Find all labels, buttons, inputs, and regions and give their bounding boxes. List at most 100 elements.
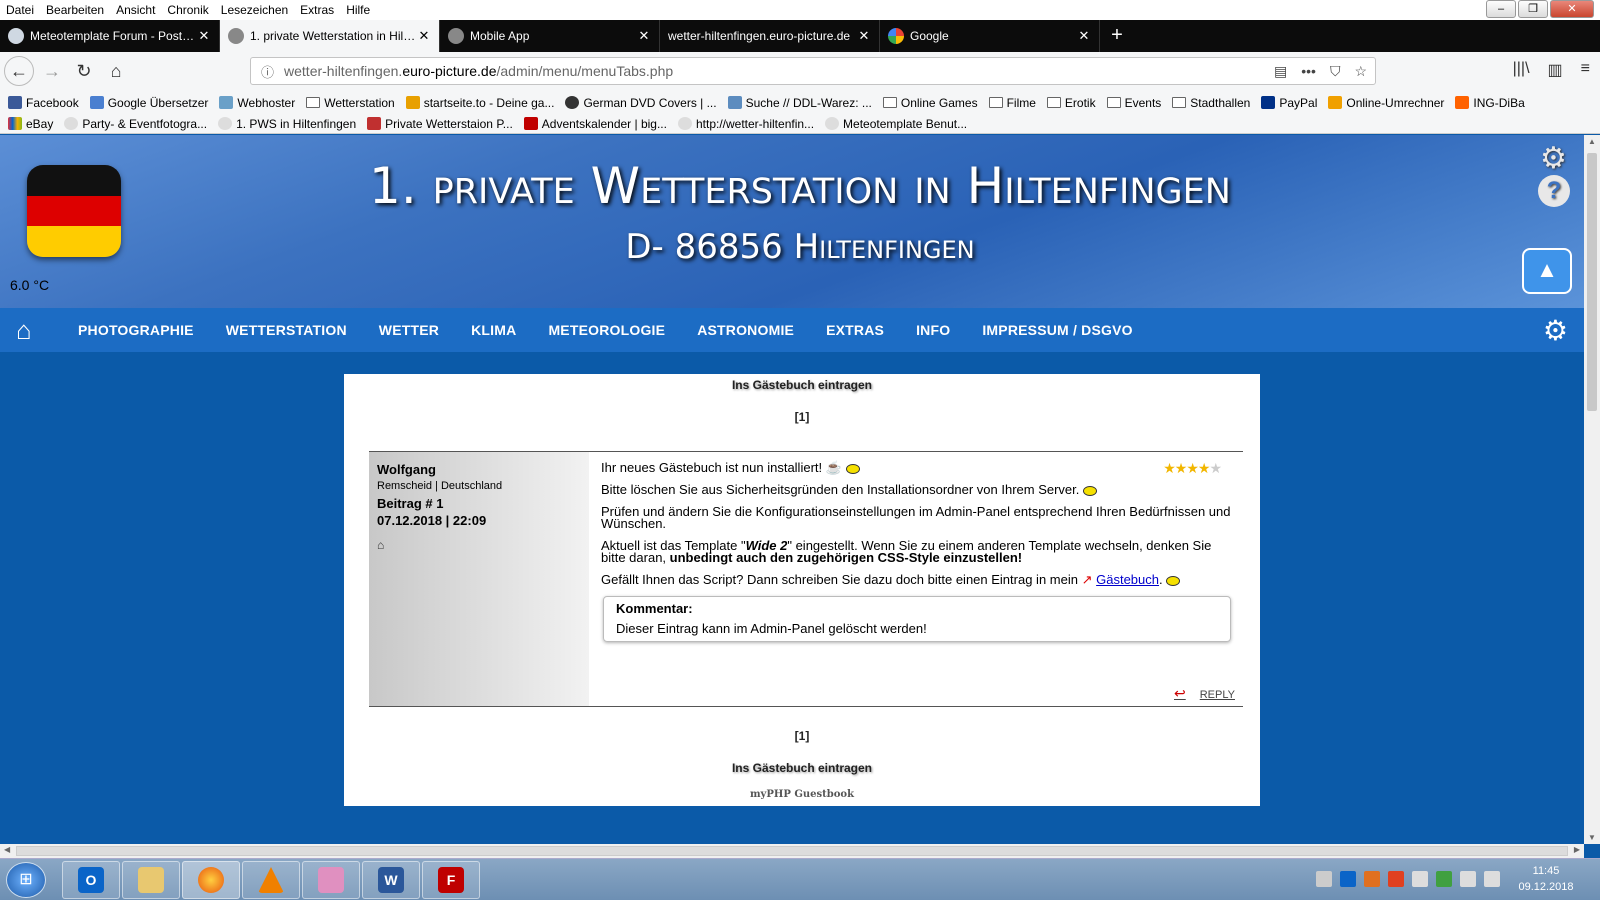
menu-chronik[interactable]: Chronik — [161, 3, 214, 17]
bookmark-pws-hiltenfingen[interactable]: 1. PWS in Hiltenfingen — [218, 117, 356, 131]
url-bar[interactable]: ⓘ wetter-hiltenfingen.euro-picture.de/ad… — [250, 57, 1376, 85]
taskbar-app[interactable] — [302, 861, 360, 899]
horizontal-scrollbar[interactable]: ◀ ▶ — [0, 844, 1584, 858]
bookmark-star-icon[interactable]: ☆ — [1354, 63, 1367, 80]
bookmark-ddl-suche[interactable]: Suche // DDL-Warez: ... — [727, 96, 872, 110]
home-icon[interactable]: ⌂ — [16, 315, 46, 346]
library-icon[interactable]: |||\ — [1513, 60, 1530, 80]
maximize-button[interactable]: ❐ — [1518, 0, 1548, 18]
page-link-bottom[interactable]: [1] — [344, 729, 1260, 743]
bookmark-dvd-covers[interactable]: German DVD Covers | ... — [565, 96, 717, 110]
close-tab-icon[interactable]: ✕ — [857, 28, 871, 44]
bookmark-google-translate[interactable]: Google Übersetzer — [89, 96, 208, 110]
bookmark-webhoster[interactable]: Webhoster — [219, 96, 295, 110]
forward-button[interactable]: → — [38, 57, 66, 85]
taskbar-word[interactable]: W — [362, 861, 420, 899]
new-tab-button[interactable]: + — [1100, 20, 1134, 52]
pocket-icon[interactable]: ⛉ — [1330, 63, 1341, 80]
bookmark-events[interactable]: Events — [1106, 96, 1161, 110]
nav-wetter[interactable]: WETTER — [379, 322, 439, 338]
tab-meteotemplate-forum[interactable]: Meteotemplate Forum - Post a reply ✕ — [0, 20, 220, 52]
nav-info[interactable]: INFO — [916, 322, 950, 338]
tray-app-icon[interactable] — [1364, 871, 1380, 887]
bookmark-ing-diba[interactable]: ING-DiBa — [1455, 96, 1525, 110]
tray-app-icon[interactable] — [1388, 871, 1404, 887]
sidebar-icon[interactable]: ▥ — [1548, 60, 1563, 80]
tab-wetter-hiltenfingen[interactable]: wetter-hiltenfingen.euro-picture.de ✕ — [660, 20, 880, 52]
volume-icon[interactable] — [1484, 871, 1500, 887]
taskbar-vlc[interactable] — [242, 861, 300, 899]
info-icon[interactable]: ⓘ — [261, 62, 274, 81]
reply-link[interactable]: ↩ REPLY — [1174, 685, 1235, 702]
nav-meteorologie[interactable]: METEOROLOGIE — [548, 322, 665, 338]
reader-view-icon[interactable]: ▤ — [1274, 63, 1287, 80]
more-actions-icon[interactable]: ••• — [1301, 63, 1316, 80]
tab-mobile-app[interactable]: Mobile App ✕ — [440, 20, 660, 52]
bookmark-adventskalender[interactable]: Adventskalender | big... — [523, 117, 667, 131]
nav-astronomie[interactable]: ASTRONOMIE — [697, 322, 794, 338]
close-tab-icon[interactable]: ✕ — [417, 28, 431, 44]
bookmark-meteotemplate[interactable]: Meteotemplate Benut... — [825, 117, 967, 131]
bookmark-private-wetterstation[interactable]: Private Wetterstaion P... — [367, 117, 513, 131]
sign-guestbook-link-bottom[interactable]: Ins Gästebuch eintragen — [344, 761, 1260, 775]
outlook-tray-icon[interactable] — [1340, 871, 1356, 887]
taskbar-firefox[interactable] — [182, 861, 240, 899]
network-icon[interactable] — [1460, 871, 1476, 887]
bookmark-stadthallen[interactable]: Stadthallen — [1172, 96, 1250, 110]
taskbar-outlook[interactable]: O — [62, 861, 120, 899]
taskbar-clock[interactable]: 11:45 09.12.2018 — [1506, 863, 1586, 895]
tab-wetterstation[interactable]: 1. private Wetterstation in Hiltenfingen… — [220, 20, 440, 52]
minimize-button[interactable]: – — [1486, 0, 1516, 18]
tab-google[interactable]: Google ✕ — [880, 20, 1100, 52]
scroll-left-icon[interactable]: ◀ — [4, 845, 10, 854]
hamburger-menu-icon[interactable]: ≡ — [1581, 60, 1590, 80]
bookmark-party-eventfoto[interactable]: Party- & Eventfotogra... — [64, 117, 207, 131]
nav-wetterstation[interactable]: WETTERSTATION — [226, 322, 347, 338]
menu-hilfe[interactable]: Hilfe — [340, 3, 376, 17]
close-tab-icon[interactable]: ✕ — [637, 28, 651, 44]
menu-extras[interactable]: Extras — [294, 3, 340, 17]
bookmark-wetterstation[interactable]: Wetterstation — [306, 96, 395, 110]
bookmark-online-games[interactable]: Online Games — [882, 96, 978, 110]
keyboard-icon[interactable] — [1316, 871, 1332, 887]
homepage-icon[interactable]: ⌂ — [377, 538, 581, 552]
bookmark-erotik[interactable]: Erotik — [1046, 96, 1096, 110]
scroll-down-icon[interactable]: ▼ — [1588, 833, 1596, 842]
mobile-app-button[interactable]: ▲ — [1522, 248, 1572, 294]
sign-guestbook-link[interactable]: Ins Gästebuch eintragen — [344, 378, 1260, 392]
reload-button[interactable]: ↻ — [70, 57, 98, 85]
help-icon[interactable]: ? — [1538, 175, 1570, 207]
close-window-button[interactable]: ✕ — [1550, 0, 1594, 18]
scroll-up-icon[interactable]: ▲ — [1588, 137, 1596, 146]
bookmark-online-umrechner[interactable]: Online-Umrechner — [1328, 96, 1444, 110]
scrollbar-thumb[interactable] — [16, 846, 1568, 856]
bookmark-filme[interactable]: Filme — [988, 96, 1036, 110]
bookmark-wetter-hiltenfingen[interactable]: http://wetter-hiltenfin... — [677, 117, 814, 131]
taskbar-filezilla[interactable]: F — [422, 861, 480, 899]
tray-app-icon[interactable] — [1436, 871, 1452, 887]
nav-extras[interactable]: EXTRAS — [826, 322, 884, 338]
settings-gear-icon[interactable]: ⚙ — [1540, 141, 1567, 176]
vertical-scrollbar[interactable]: ▲ ▼ — [1584, 135, 1600, 844]
bookmark-paypal[interactable]: PayPal — [1261, 96, 1317, 110]
back-button[interactable]: ← — [4, 56, 34, 86]
menu-bearbeiten[interactable]: Bearbeiten — [40, 3, 110, 17]
bookmark-facebook[interactable]: Facebook — [8, 96, 79, 110]
menu-lesezeichen[interactable]: Lesezeichen — [215, 3, 294, 17]
gears-icon[interactable]: ⚙ — [1543, 314, 1568, 347]
close-tab-icon[interactable]: ✕ — [1077, 28, 1091, 44]
scroll-right-icon[interactable]: ▶ — [1574, 845, 1580, 854]
flag-icon[interactable] — [1412, 871, 1428, 887]
bookmark-ebay[interactable]: eBay — [8, 117, 53, 131]
nav-photographie[interactable]: PHOTOGRAPHIE — [78, 322, 194, 338]
scrollbar-thumb[interactable] — [1587, 153, 1597, 411]
page-link[interactable]: [1] — [344, 410, 1260, 424]
taskbar-explorer[interactable] — [122, 861, 180, 899]
nav-klima[interactable]: KLIMA — [471, 322, 516, 338]
close-tab-icon[interactable]: ✕ — [197, 28, 211, 44]
menu-ansicht[interactable]: Ansicht — [110, 3, 161, 17]
guestbook-link[interactable]: Gästebuch — [1096, 572, 1159, 587]
nav-impressum[interactable]: IMPRESSUM / DSGVO — [982, 322, 1132, 338]
start-button[interactable]: ⊞ — [6, 862, 46, 898]
menu-datei[interactable]: Datei — [0, 3, 40, 17]
